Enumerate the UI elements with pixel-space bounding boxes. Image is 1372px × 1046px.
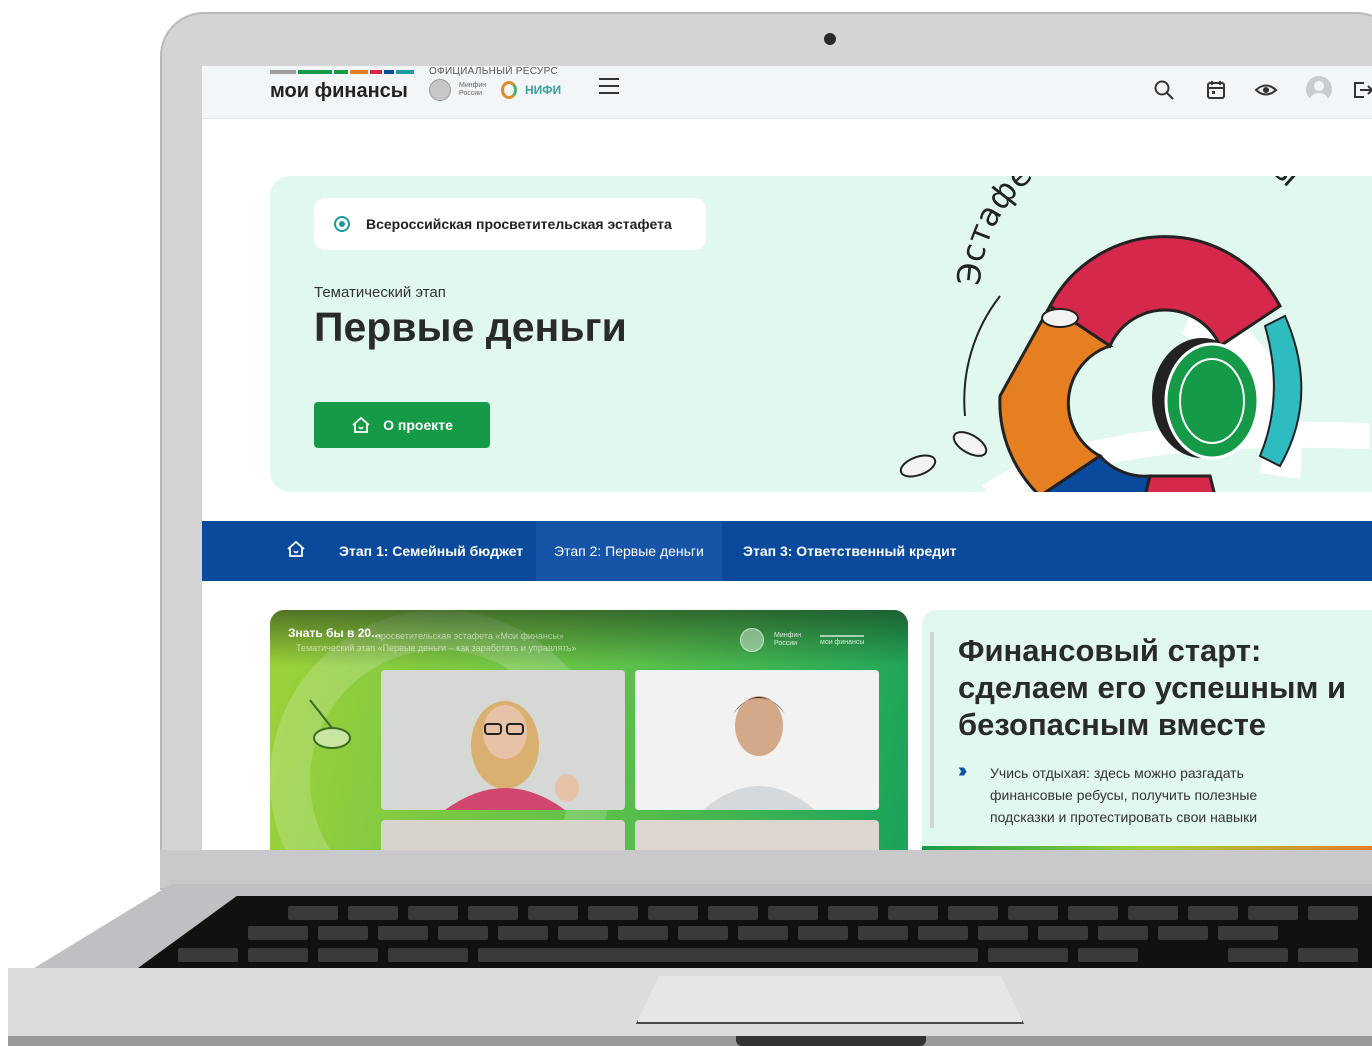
- laptop-trackpad: [636, 976, 1024, 1024]
- logout-icon[interactable]: [1350, 78, 1372, 102]
- nav-home-icon[interactable]: [286, 539, 306, 559]
- site-logo[interactable]: мои финансы: [270, 80, 408, 103]
- laptop-keyboard: [138, 896, 1372, 968]
- participant-tile-4: [635, 820, 879, 850]
- promo-side-bar: [930, 632, 934, 828]
- site-header: мои финансы ОФИЦИАЛЬНЫЙ РЕСУРС Минфин Ро…: [202, 66, 1372, 119]
- search-icon[interactable]: [1152, 78, 1176, 102]
- nifi-logo-text: НИФИ: [525, 83, 562, 97]
- nifi-logo-icon: [501, 81, 517, 99]
- participant-tile-1: [381, 670, 625, 810]
- relay-badge-text: Всероссийская просветительская эстафета: [366, 216, 672, 232]
- browser-screen: мои финансы ОФИЦИАЛЬНЫЙ РЕСУРС Минфин Ро…: [202, 66, 1372, 850]
- video-logos: Минфин России мои финансы: [740, 628, 865, 652]
- official-resource-label: ОФИЦИАЛЬНЫЙ РЕСУРС: [429, 66, 558, 77]
- partner-logos: Минфин России НИФИ: [429, 79, 561, 101]
- participant-man-image: [635, 670, 879, 810]
- video-subtitle-line-2: Тематический этап «Первые деньги – как з…: [296, 643, 577, 653]
- laptop-hinge: [160, 850, 1372, 888]
- video-emblem-icon: [740, 628, 764, 652]
- tab-stage-3[interactable]: Этап 3: Ответственный кредит: [743, 521, 957, 581]
- video-player[interactable]: Знать бы в 20... просветительская эстафе…: [270, 610, 908, 850]
- laptop-camera: [824, 33, 836, 45]
- hero-title: Первые деньги: [314, 304, 627, 350]
- about-project-label: О проекте: [383, 417, 453, 433]
- double-chevron-icon: ››: [958, 760, 968, 782]
- laptop-base-edge: [8, 1036, 1372, 1046]
- promo-text: Учись отдыхая: здесь можно разгадать фин…: [990, 765, 1258, 825]
- stage-navigation: Этап 1: Семейный бюджет Этап 2: Первые д…: [202, 521, 1372, 581]
- minfin-logo-text: Минфин России: [459, 82, 487, 97]
- stage-label: Тематический этап: [314, 284, 446, 301]
- menu-hamburger-icon[interactable]: [599, 78, 619, 94]
- relay-badge: Всероссийская просветительская эстафета: [314, 198, 706, 250]
- video-minfin-text: Минфин России: [774, 632, 802, 647]
- promo-color-strip: [922, 846, 1372, 850]
- laptop-notch: [736, 1036, 926, 1046]
- home-icon: [352, 416, 370, 433]
- participant-tile-3: [381, 820, 625, 850]
- user-avatar[interactable]: [1306, 76, 1332, 102]
- promo-card: Финансовый старт: сделаем его успешным и…: [922, 610, 1372, 850]
- relay-emblem-illustration: Эстафета Мои финансы: [899, 176, 1370, 492]
- participant-tile-2: [635, 670, 879, 810]
- accessibility-eye-icon[interactable]: [1254, 78, 1278, 102]
- hero-banner: Всероссийская просветительская эстафета …: [270, 176, 1372, 492]
- video-subtitle: просветительская эстафета «Мои финансы» …: [296, 630, 576, 654]
- radio-dot-icon: [334, 216, 350, 232]
- eagle-emblem-icon: [429, 79, 451, 101]
- promo-title: Финансовый старт: сделаем его успешным и…: [958, 633, 1347, 742]
- video-subtitle-line-1: просветительская эстафета «Мои финансы»: [376, 631, 564, 641]
- calendar-icon[interactable]: [1204, 78, 1228, 102]
- participant-woman-image: [381, 670, 625, 810]
- tab-stage-2[interactable]: Этап 2: Первые деньги: [536, 521, 722, 581]
- about-project-button[interactable]: О проекте: [314, 402, 490, 448]
- video-mf-text: мои финансы: [820, 634, 865, 646]
- logo-color-bars: [270, 70, 414, 74]
- tab-stage-1[interactable]: Этап 1: Семейный бюджет: [339, 521, 523, 581]
